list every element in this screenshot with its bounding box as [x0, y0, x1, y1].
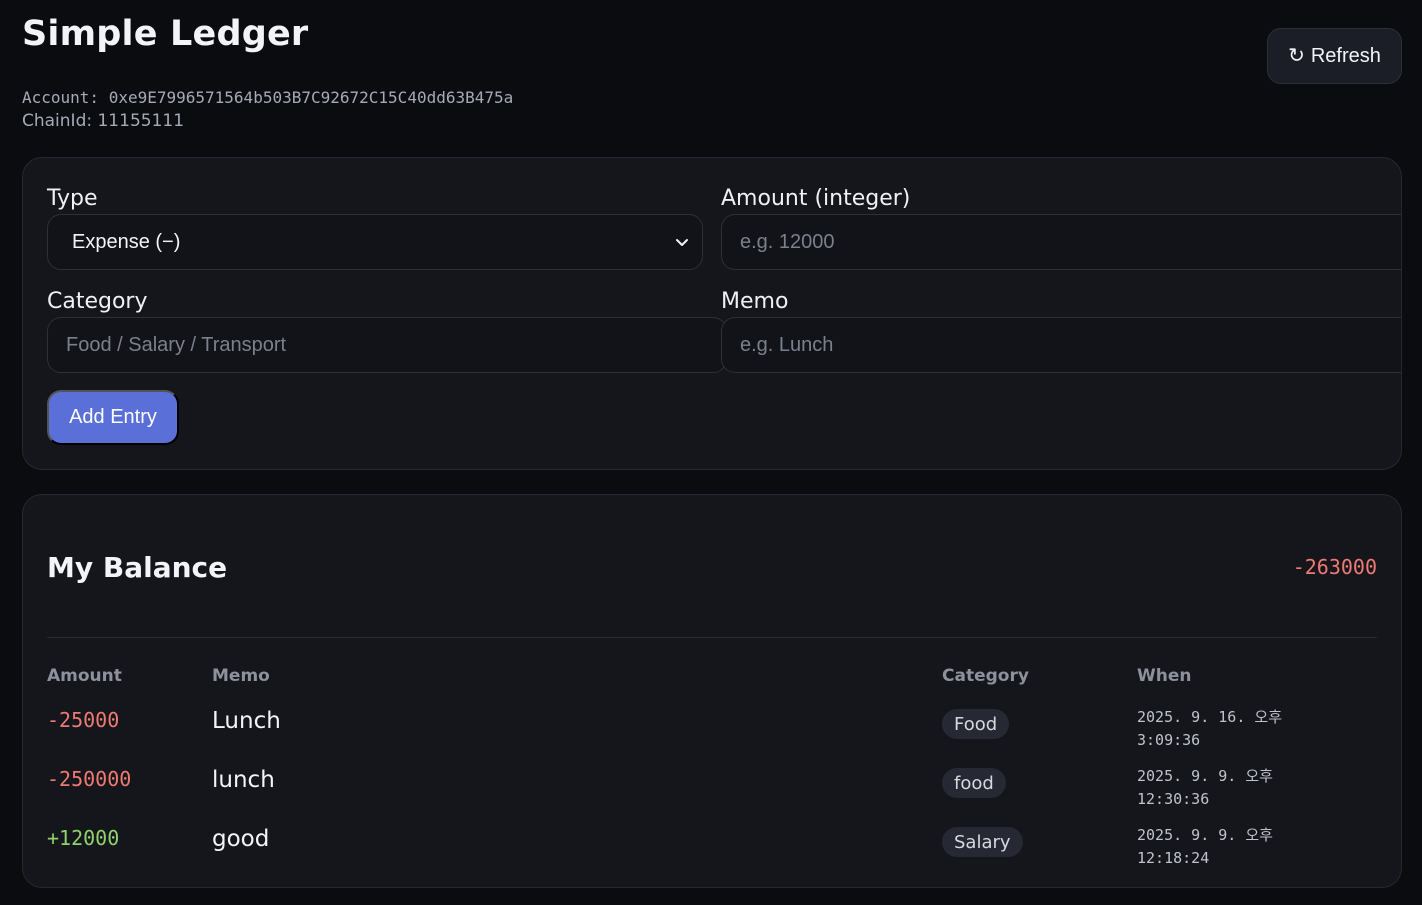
column-header-when: When [1137, 666, 1192, 686]
entry-time: 12:30:36 [1137, 790, 1210, 808]
memo-input[interactable]: e.g. Lunch [721, 317, 1401, 373]
amount-label: Amount (integer) [721, 186, 911, 211]
balance-value: -263000 [1292, 555, 1377, 579]
category-badge: Salary [942, 827, 1023, 857]
entry-amount: +12000 [47, 826, 120, 850]
category-placeholder: Food / Salary / Transport [66, 333, 287, 356]
category-badge: food [942, 768, 1006, 798]
amount-input[interactable]: e.g. 12000 [721, 214, 1401, 270]
entry-memo: lunch [212, 767, 275, 793]
table-row: +12000 good Salary 2025. 9. 9. 오후 12:18:… [23, 818, 1401, 876]
entry-time: 3:09:36 [1137, 731, 1201, 749]
account-address: Account: 0xe9E7996571564b503B7C92672C15C… [22, 88, 514, 107]
entry-date: 2025. 9. 9. 오후 [1137, 767, 1273, 785]
table-row: -250000 lunch food 2025. 9. 9. 오후 12:30:… [23, 759, 1401, 817]
divider [47, 637, 1377, 638]
chain-id: ChainId: 11155111 [22, 111, 185, 131]
page-title: Simple Ledger [22, 14, 309, 54]
type-select-value: Expense (−) [72, 230, 181, 253]
memo-label: Memo [721, 289, 789, 314]
entry-form: Type Expense (−) Amount (integer) e.g. 1… [22, 157, 1402, 470]
type-label: Type [47, 186, 98, 211]
entry-date: 2025. 9. 16. 오후 [1137, 708, 1283, 726]
type-select[interactable]: Expense (−) [47, 214, 703, 270]
table-row: -25000 Lunch Food 2025. 9. 16. 오후 3:09:3… [23, 700, 1401, 758]
category-badge: Food [942, 709, 1010, 739]
entry-memo: good [212, 826, 270, 852]
entry-time: 12:18:24 [1137, 849, 1210, 867]
column-header-category: Category [942, 666, 1029, 686]
entry-memo: Lunch [212, 708, 281, 734]
add-entry-button[interactable]: Add Entry [47, 390, 179, 445]
entry-when: 2025. 9. 9. 오후 12:18:24 [1137, 824, 1337, 870]
balance-title: My Balance [47, 551, 228, 584]
entry-when: 2025. 9. 16. 오후 3:09:36 [1137, 706, 1337, 752]
refresh-button[interactable]: ↻ Refresh [1267, 28, 1402, 84]
chevron-down-icon [676, 239, 688, 246]
refresh-label: Refresh [1310, 44, 1381, 67]
column-header-memo: Memo [212, 666, 270, 686]
category-input[interactable]: Food / Salary / Transport [47, 317, 727, 373]
entry-amount: -250000 [47, 767, 132, 791]
entry-when: 2025. 9. 9. 오후 12:30:36 [1137, 765, 1337, 811]
balance-panel: My Balance -263000 Amount Memo Category … [22, 494, 1402, 888]
entry-date: 2025. 9. 9. 오후 [1137, 826, 1273, 844]
page-header: Simple Ledger Account: 0xe9E7996571564b5… [22, 14, 1402, 144]
amount-placeholder: e.g. 12000 [740, 230, 835, 253]
entry-amount: -25000 [47, 708, 120, 732]
column-header-amount: Amount [47, 666, 122, 686]
refresh-icon: ↻ [1288, 45, 1305, 67]
category-label: Category [47, 289, 148, 314]
memo-placeholder: e.g. Lunch [740, 333, 834, 356]
